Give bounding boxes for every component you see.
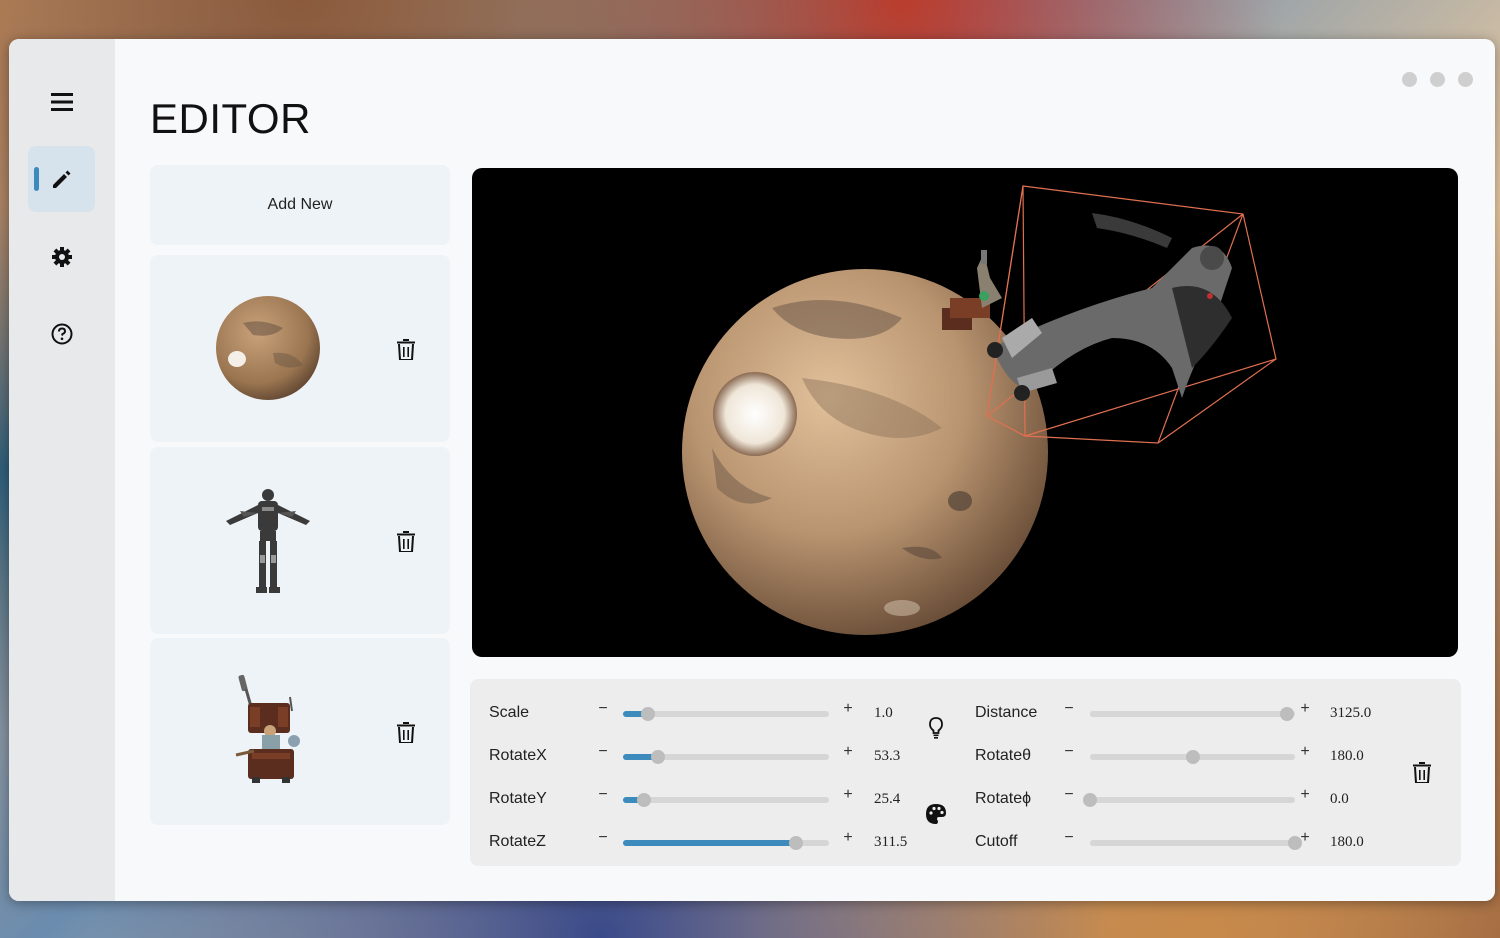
control-label: Cutoff	[975, 833, 1018, 850]
control-label: RotateY	[489, 790, 547, 807]
palette-icon	[926, 804, 946, 824]
planet-thumbnail	[205, 285, 330, 410]
trash-icon	[397, 530, 415, 552]
add-new-label: Add New	[267, 196, 333, 213]
trash-icon	[397, 721, 415, 743]
slider-knob[interactable]	[1185, 750, 1200, 764]
control-value: 180.0	[1330, 748, 1364, 764]
robot-thumbnail	[205, 477, 330, 602]
3d-viewport[interactable]	[472, 168, 1458, 657]
slider-track[interactable]	[623, 836, 829, 850]
sidebar-item-help[interactable]	[28, 301, 95, 367]
control-row-right-3: Cutoff − +180.0	[975, 827, 1395, 857]
help-icon	[51, 323, 72, 345]
control-row-left-2: RotateY − +25.4	[489, 784, 909, 814]
delete-planet-button[interactable]	[395, 337, 417, 361]
increment-button[interactable]: +	[1298, 700, 1312, 718]
control-label: Distance	[975, 704, 1038, 721]
mars-planet-model[interactable]	[682, 269, 1048, 635]
pencil-icon	[52, 170, 70, 188]
slider-fill	[1090, 840, 1295, 846]
decrement-button[interactable]: −	[1062, 700, 1076, 718]
menu-icon	[50, 93, 73, 111]
delete-object-button[interactable]	[1411, 761, 1433, 783]
object-card-robot[interactable]	[150, 447, 450, 634]
slider-fill	[623, 840, 797, 846]
sidebar-item-settings[interactable]	[28, 224, 95, 290]
control-label: Rotateθ	[975, 747, 1032, 764]
slider-fill	[1090, 754, 1193, 760]
gear-icon	[51, 247, 72, 267]
control-label: RotateX	[489, 747, 547, 764]
slider-track[interactable]	[623, 793, 829, 807]
slider-knob[interactable]	[1083, 793, 1097, 807]
slider-track[interactable]	[1083, 793, 1295, 807]
slider-track[interactable]	[623, 750, 829, 764]
increment-button[interactable]: +	[841, 700, 855, 718]
light-button[interactable]	[925, 717, 947, 739]
color-palette-button[interactable]	[925, 803, 947, 825]
control-value: 53.3	[874, 748, 901, 764]
decrement-button[interactable]: −	[1062, 743, 1076, 761]
increment-button[interactable]: +	[1298, 829, 1312, 847]
slider-track[interactable]	[1090, 707, 1295, 721]
control-value: 3125.0	[1330, 705, 1372, 721]
increment-button[interactable]: +	[841, 829, 855, 847]
decrement-button[interactable]: −	[1062, 829, 1076, 847]
slider-knob[interactable]	[640, 707, 655, 721]
explorer-model[interactable]	[942, 250, 1002, 330]
slider-track[interactable]	[1090, 836, 1302, 850]
trash-icon	[397, 338, 415, 360]
slider-knob[interactable]	[1279, 707, 1294, 721]
slider-knob[interactable]	[789, 836, 804, 850]
object-card-planet[interactable]	[150, 255, 450, 442]
control-row-right-1: Rotateθ − +180.0	[975, 741, 1395, 771]
delete-robot-button[interactable]	[395, 529, 417, 553]
window-dot-1[interactable]	[1402, 72, 1417, 87]
control-row-left-0: Scale − +1.0	[489, 698, 909, 728]
control-row-right-0: Distance − +3125.0	[975, 698, 1395, 728]
window-dot-3[interactable]	[1458, 72, 1473, 87]
slider-track[interactable]	[623, 707, 829, 721]
slider-knob[interactable]	[636, 793, 651, 807]
control-label: RotateZ	[489, 833, 546, 850]
control-value: 180.0	[1330, 834, 1364, 850]
sidebar	[9, 39, 115, 901]
control-row-left-1: RotateX − +53.3	[489, 741, 909, 771]
increment-button[interactable]: +	[1298, 743, 1312, 761]
control-row-right-2: Rotateϕ − +0.0	[975, 784, 1395, 814]
transform-controls-panel: Scale − +1.0 RotateX − +53.3 RotateY − +25.4 Rota…	[470, 679, 1461, 866]
decrement-button[interactable]: −	[596, 786, 610, 804]
slider-knob[interactable]	[651, 750, 666, 764]
lightbulb-icon	[929, 717, 943, 739]
decrement-button[interactable]: −	[596, 743, 610, 761]
control-value: 0.0	[1330, 791, 1349, 807]
control-value: 311.5	[874, 834, 908, 850]
control-value: 25.4	[874, 791, 901, 807]
add-new-button[interactable]: Add New	[150, 165, 450, 245]
page-title: EDITOR	[150, 95, 311, 142]
trash-icon	[1413, 761, 1431, 783]
increment-button[interactable]: +	[841, 786, 855, 804]
decrement-button[interactable]: −	[596, 829, 610, 847]
window-controls	[1402, 72, 1473, 87]
decrement-button[interactable]: −	[596, 700, 610, 718]
decrement-button[interactable]: −	[1062, 786, 1076, 804]
control-value: 1.0	[874, 705, 893, 721]
window-dot-2[interactable]	[1430, 72, 1445, 87]
increment-button[interactable]: +	[841, 743, 855, 761]
sidebar-item-editor[interactable]	[28, 146, 95, 212]
increment-button[interactable]: +	[1298, 786, 1312, 804]
control-label: Rotateϕ	[975, 790, 1032, 807]
explorer-thumbnail	[205, 668, 330, 793]
delete-explorer-button[interactable]	[395, 720, 417, 744]
control-row-left-3: RotateZ − +311.5	[489, 827, 909, 857]
menu-button[interactable]	[28, 69, 95, 135]
object-card-explorer[interactable]	[150, 638, 450, 825]
slider-fill	[1090, 711, 1287, 717]
control-label: Scale	[489, 704, 530, 721]
editor-window: EDITOR Add New Scale − + 1.0 RotateX − +…	[9, 39, 1495, 901]
slider-track[interactable]	[1090, 750, 1295, 764]
